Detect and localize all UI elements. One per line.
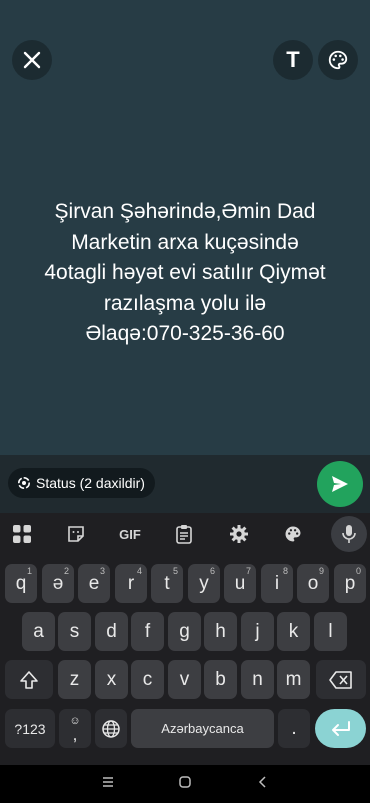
key-v[interactable]: v [168,660,201,699]
key-z[interactable]: z [58,660,91,699]
key-f[interactable]: f [131,612,164,651]
palette-icon [328,50,348,70]
back-icon [258,776,266,788]
status-ring-icon [17,476,31,490]
shift-arrow-icon [20,670,38,689]
status-audience-label: Status (2 daxildir) [36,475,145,491]
key-m[interactable]: m [277,660,310,699]
key-n[interactable]: n [241,660,274,699]
microphone-icon [342,525,356,543]
sticker-icon [68,526,84,542]
key-x[interactable]: x [95,660,128,699]
keyboard-theme-button[interactable] [275,520,311,548]
color-palette-button[interactable] [318,40,358,80]
symbols-key[interactable]: ?123 [5,709,55,748]
enter-key[interactable] [315,709,366,748]
home-button[interactable] [170,770,200,794]
voice-input-button[interactable] [331,516,367,552]
backspace-key[interactable] [316,660,366,699]
key-a[interactable]: a [22,612,55,651]
recents-icon [103,777,113,787]
key-t[interactable]: t5 [151,564,183,603]
key-l[interactable]: l [314,612,347,651]
clipboard-icon [176,525,192,544]
recents-button[interactable] [93,770,123,794]
language-switch-key[interactable] [95,709,127,748]
apps-grid-icon [13,525,31,543]
status-text[interactable]: Şirvan Şəhərində,Əmin Dad Marketin arxa … [20,197,350,350]
home-icon [179,776,191,788]
enter-arrow-icon [331,720,350,736]
key-p[interactable]: p0 [334,564,366,603]
key-r[interactable]: r4 [115,564,147,603]
sticker-button[interactable] [58,520,94,548]
shift-key[interactable] [5,660,53,699]
period-key[interactable]: . [278,709,310,748]
key-schwa[interactable]: ə2 [42,564,74,603]
globe-icon [102,719,120,738]
key-g[interactable]: g [168,612,201,651]
key-i[interactable]: i8 [261,564,293,603]
key-d[interactable]: d [95,612,128,651]
keyboard-apps-button[interactable] [4,520,40,548]
key-j[interactable]: j [241,612,274,651]
key-y[interactable]: y6 [188,564,220,603]
emoji-comma-key[interactable]: ☺ , [59,709,91,748]
key-c[interactable]: c [131,660,164,699]
key-u[interactable]: u7 [224,564,256,603]
key-q[interactable]: q1 [5,564,37,603]
key-h[interactable]: h [204,612,237,651]
palette-icon [285,526,301,542]
gear-icon [230,525,248,543]
clipboard-button[interactable] [166,520,202,548]
back-button[interactable] [248,770,278,794]
gif-button[interactable]: GIF [112,520,148,548]
backspace-icon [329,670,352,689]
key-o[interactable]: o9 [297,564,329,603]
text-tool-button[interactable]: T [273,40,313,80]
keyboard-settings-button[interactable] [221,520,257,548]
close-icon [23,51,41,69]
space-key[interactable]: Azərbaycanca [131,709,274,748]
status-audience-selector[interactable]: Status (2 daxildir) [8,468,155,498]
key-e[interactable]: e3 [78,564,110,603]
key-s[interactable]: s [58,612,91,651]
key-b[interactable]: b [204,660,237,699]
send-button[interactable] [317,461,363,507]
close-button[interactable] [12,40,52,80]
key-k[interactable]: k [277,612,310,651]
send-icon [332,476,348,492]
